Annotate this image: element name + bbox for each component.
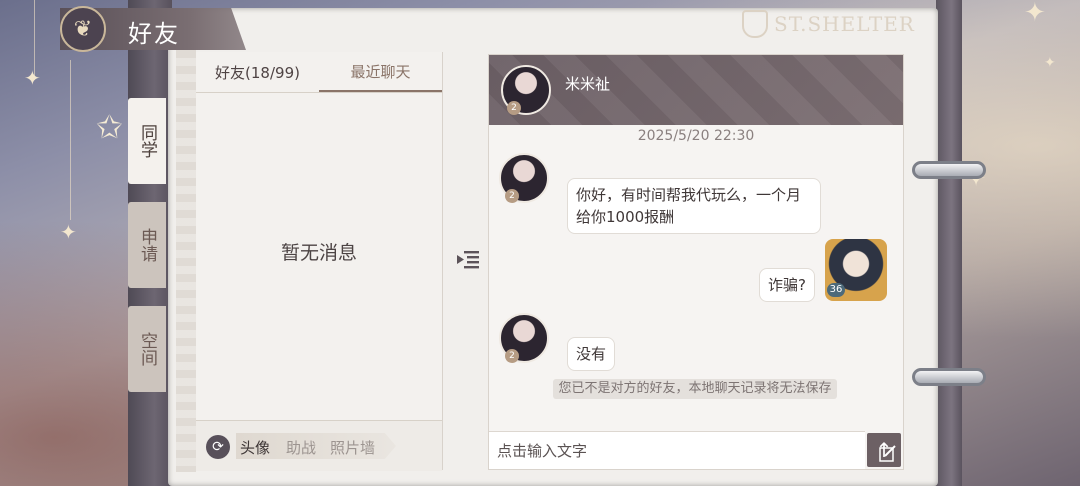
- option-support[interactable]: 助战: [286, 437, 316, 458]
- butterfly-emblem-icon: ❦: [60, 6, 106, 52]
- option-photo-wall[interactable]: 照片墙: [330, 437, 375, 458]
- star-icon: ✩: [96, 108, 123, 146]
- level-badge: 36: [827, 283, 845, 297]
- side-tab-label: 同学: [137, 124, 157, 158]
- refresh-icon[interactable]: ⟳: [206, 435, 230, 459]
- message-bubble: 没有: [567, 337, 616, 371]
- message-bubble-self: 诈骗?: [759, 268, 815, 302]
- star-icon: ✦: [1024, 0, 1046, 28]
- tab-recent-chats[interactable]: 最近聊天: [319, 52, 442, 92]
- collapse-list-icon[interactable]: [456, 248, 480, 272]
- side-tab-space[interactable]: 空间: [128, 306, 166, 392]
- chat-header: [489, 55, 903, 125]
- side-tab-label: 空间: [137, 332, 157, 366]
- page-ornament-border: [176, 42, 196, 472]
- chat-timestamp: 2025/5/20 22:30: [637, 128, 755, 144]
- star-icon: ✦: [1044, 55, 1056, 71]
- side-tab-requests[interactable]: 申请: [128, 202, 166, 288]
- side-tab-label: 申请: [137, 228, 157, 262]
- display-options-bar: ⟳ 头像 助战 照片墙: [196, 420, 442, 471]
- chat-message-input[interactable]: [489, 431, 865, 469]
- hanging-string: [70, 60, 71, 220]
- level-badge: 2: [505, 349, 519, 363]
- self-avatar[interactable]: 36: [825, 239, 887, 301]
- message-bubble: 你好，有时间帮我代玩么，一个月给你1000报酬: [567, 178, 821, 234]
- empty-state-text: 暂无消息: [280, 242, 357, 264]
- binder-ring: [912, 161, 986, 179]
- brand-logo: ST.SHELTER: [742, 10, 915, 38]
- brand-text: ST.SHELTER: [774, 12, 915, 36]
- binder-ring: [912, 368, 986, 386]
- page-title: 好友: [128, 20, 180, 48]
- friends-panel: 好友(18/99) 最近聊天 暂无消息 ⟳ 头像 助战 照片墙: [196, 52, 443, 471]
- star-icon: ✦: [24, 66, 41, 90]
- friend-status-notice: 您已不是对方的好友，本地聊天记录将无法保存: [553, 379, 837, 399]
- chat-panel: 2 米米祉 2025/5/20 22:30 2 你好，有时间帮我代玩么，一个月给…: [488, 54, 904, 470]
- friends-tabs: 好友(18/99) 最近聊天: [196, 52, 442, 93]
- level-badge: 2: [505, 189, 519, 203]
- tab-friends[interactable]: 好友(18/99): [196, 52, 319, 92]
- binder-spine-right: [936, 0, 962, 486]
- contact-name: 米米祉: [565, 75, 611, 93]
- shield-icon: [742, 10, 768, 38]
- level-badge: 2: [507, 101, 521, 115]
- contact-avatar[interactable]: 2: [499, 313, 549, 363]
- edit-icon[interactable]: [879, 445, 897, 463]
- contact-avatar[interactable]: 2: [499, 153, 549, 203]
- star-icon: ✦: [60, 220, 77, 244]
- option-avatar[interactable]: 头像: [240, 437, 270, 458]
- side-tab-classmates[interactable]: 同学: [128, 98, 166, 184]
- contact-avatar[interactable]: 2: [501, 65, 551, 115]
